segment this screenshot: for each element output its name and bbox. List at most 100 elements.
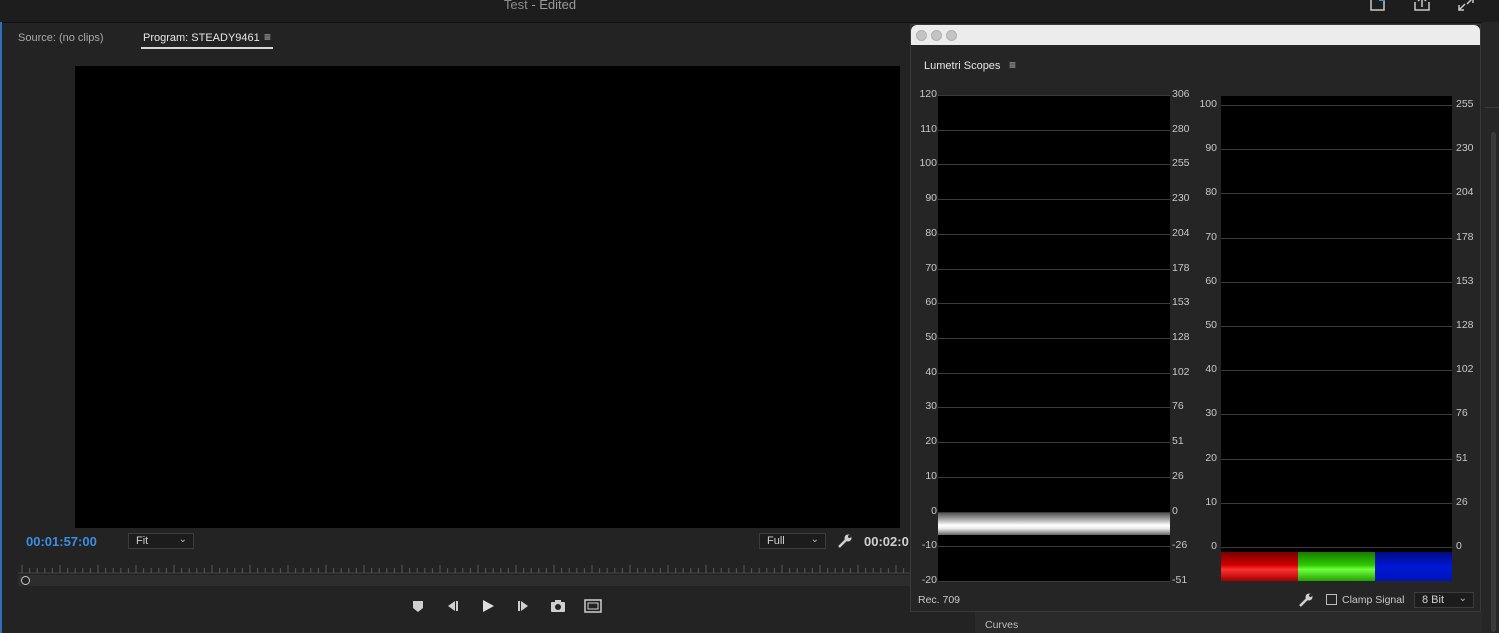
safe-margins-icon[interactable] — [584, 597, 602, 615]
workspace-icon[interactable] — [1369, 0, 1387, 12]
parade-right-tick: 102 — [1456, 363, 1474, 376]
parade-right-tick: 255 — [1456, 98, 1474, 110]
parade-green-channel — [1298, 552, 1375, 581]
waveform-left-tick: -20 — [921, 574, 937, 586]
parade-left-tick: 100 — [1199, 98, 1217, 110]
parade-gridline — [1221, 193, 1452, 195]
parade-right-tick: 128 — [1456, 319, 1474, 331]
parade-left-tick: 20 — [1205, 451, 1217, 464]
playhead-timecode[interactable]: 00:01:57:00 — [26, 534, 97, 549]
timeline-scrubber[interactable] — [18, 575, 910, 586]
divider — [1485, 107, 1499, 108]
waveform-gridline — [938, 199, 1170, 201]
waveform-right-tick: -26 — [1172, 539, 1188, 552]
time-ruler[interactable] — [18, 562, 910, 574]
play-icon[interactable] — [481, 597, 495, 615]
waveform-right-tick: 102 — [1172, 365, 1190, 378]
parade-left-tick: 90 — [1205, 142, 1217, 155]
waveform-gridline — [938, 581, 1170, 582]
waveform-scope — [938, 95, 1170, 582]
lumetri-color-panel: Curves — [975, 612, 1482, 633]
clamp-signal-checkbox[interactable] — [1326, 594, 1337, 605]
parade-gridline — [1221, 237, 1452, 239]
clamp-signal-label: Clamp Signal — [1342, 594, 1405, 606]
document-name: Test — [503, 0, 528, 12]
zoom-window-icon[interactable] — [946, 30, 957, 41]
colorspace-label[interactable]: Rec. 709 — [918, 594, 960, 606]
resolution-value: Full — [767, 535, 785, 547]
waveform-left-tick: 100 — [919, 157, 937, 170]
wrench-icon[interactable] — [1298, 592, 1314, 608]
waveform-gridline — [938, 476, 1170, 478]
parade-right-tick: 76 — [1456, 407, 1468, 420]
parade-gridline — [1221, 502, 1452, 504]
waveform-left-tick: -10 — [921, 539, 937, 552]
parade-left-tick: 30 — [1205, 407, 1217, 420]
edited-status: - Edited — [527, 0, 577, 12]
waveform-gridline — [938, 233, 1170, 235]
parade-right-tick: 178 — [1456, 230, 1474, 243]
waveform-gridline — [938, 407, 1170, 409]
waveform-right-tick: 306 — [1172, 88, 1190, 100]
share-icon[interactable] — [1413, 0, 1431, 12]
waveform-right-tick: 204 — [1172, 226, 1190, 239]
curves-section-label[interactable]: Curves — [985, 619, 1018, 628]
waveform-right-tick: 128 — [1172, 331, 1190, 343]
waveform-gridline — [938, 95, 1170, 96]
active-tab-indicator — [141, 47, 273, 49]
parade-left-tick: 70 — [1205, 230, 1217, 243]
chevron-down-icon: ⌄ — [1458, 593, 1467, 604]
waveform-gridline — [938, 372, 1170, 374]
parade-gridline — [1221, 458, 1452, 460]
marker-icon[interactable] — [412, 597, 424, 615]
waveform-trace — [938, 513, 1170, 535]
parade-right-tick: 153 — [1456, 274, 1474, 287]
parade-left-tick: 50 — [1205, 319, 1217, 331]
waveform-gridline — [938, 268, 1170, 270]
zoom-select[interactable]: Fit ⌄ — [128, 533, 194, 549]
title-bar: Test - Edited — [0, 0, 1499, 23]
rgb-parade-scope — [1221, 96, 1452, 581]
tab-source[interactable]: Source: (no clips) — [18, 32, 104, 44]
wrench-icon[interactable] — [837, 533, 853, 549]
waveform-right-tick: 51 — [1172, 435, 1184, 448]
waveform-left-tick: 110 — [920, 122, 937, 135]
parade-left-tick: 10 — [1205, 495, 1217, 508]
parade-right-tick: 0 — [1456, 540, 1462, 552]
playhead-handle[interactable] — [21, 576, 30, 585]
waveform-right-tick: -51 — [1172, 574, 1188, 586]
waveform-gridline — [938, 338, 1170, 339]
waveform-left-tick: 10 — [925, 469, 937, 482]
waveform-right-tick: 178 — [1172, 261, 1190, 274]
lumetri-scopes-window: Lumetri Scopes ≡ Rec. 709 Clamp Signal 8… — [910, 24, 1481, 612]
program-menu-icon[interactable]: ≡ — [264, 30, 271, 44]
parade-gridline — [1221, 547, 1452, 548]
waveform-left-tick: 120 — [919, 88, 937, 100]
bit-depth-select[interactable]: 8 Bit ⌄ — [1414, 592, 1474, 608]
waveform-left-tick: 40 — [925, 365, 937, 378]
waveform-left-tick: 80 — [925, 226, 937, 239]
minimize-window-icon[interactable] — [931, 30, 942, 41]
parade-blue-channel — [1375, 552, 1452, 581]
parade-right-tick: 51 — [1456, 451, 1468, 464]
window-chrome — [911, 25, 1480, 45]
app-title: Test - Edited — [0, 0, 1080, 12]
parade-gridline — [1221, 149, 1452, 151]
step-back-icon[interactable] — [446, 597, 460, 615]
step-forward-icon[interactable] — [516, 597, 530, 615]
waveform-left-tick: 50 — [925, 331, 937, 343]
close-window-icon[interactable] — [916, 30, 927, 41]
bit-depth-value: 8 Bit — [1422, 594, 1445, 606]
parade-gridline — [1221, 105, 1452, 106]
program-monitor-viewer[interactable] — [75, 66, 900, 528]
resolution-select[interactable]: Full ⌄ — [759, 533, 826, 549]
waveform-left-tick: 90 — [925, 192, 937, 205]
fullscreen-icon[interactable] — [1457, 0, 1475, 12]
scrollbar[interactable] — [1491, 132, 1496, 632]
parade-gridline — [1221, 326, 1452, 327]
scopes-menu-icon[interactable]: ≡ — [1009, 58, 1016, 72]
waveform-right-tick: 280 — [1172, 122, 1190, 135]
camera-icon[interactable] — [550, 597, 566, 615]
waveform-gridline — [938, 442, 1170, 444]
tab-program[interactable]: Program: STEADY9461 — [143, 32, 260, 44]
